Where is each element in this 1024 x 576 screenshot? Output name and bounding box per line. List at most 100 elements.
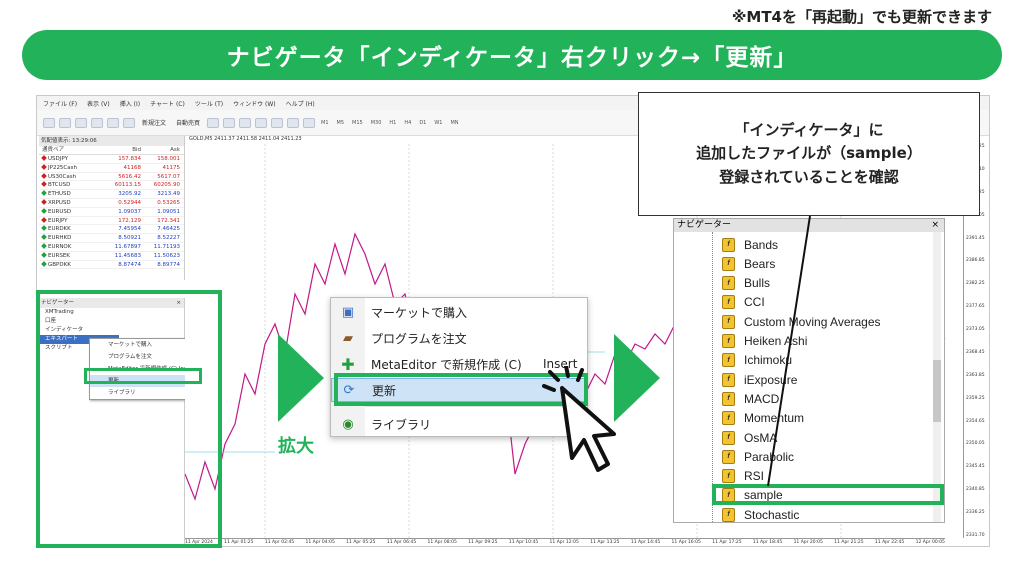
tester-icon[interactable] — [123, 117, 135, 128]
tf-m30[interactable]: M30 — [369, 120, 384, 126]
market-watch-title: 気配値表示: 13:29:06 — [39, 136, 184, 146]
table-row[interactable]: USDJPY 157.834 158.001 — [39, 155, 184, 164]
indicator-item-bears[interactable]: f Bears — [722, 254, 775, 273]
bar-chart-icon[interactable] — [207, 117, 220, 128]
table-row[interactable]: BTCUSD 60113.15 60205.90 — [39, 181, 184, 191]
indicator-item-heiken-ashi[interactable]: f Heiken Ashi — [722, 332, 807, 351]
table-row[interactable]: EURDKK 7.45954 7.46425 — [39, 225, 184, 235]
symbol-cell: US30Cash — [39, 172, 99, 181]
indicator-item-custom-moving-averages[interactable]: f Custom Moving Averages — [722, 312, 881, 331]
indicator-item-cci[interactable]: f CCI — [722, 293, 765, 312]
bid-cell: 60113.15 — [114, 182, 141, 189]
indicator-icon: f — [722, 449, 735, 464]
new-order-button[interactable]: 新規注文 — [139, 118, 169, 127]
profiles-icon[interactable] — [59, 117, 71, 128]
table-row[interactable]: EURUSD 1.09037 1.09051 — [39, 207, 184, 217]
indicator-item-bands[interactable]: f Bands — [722, 235, 778, 254]
indicator-icon: f — [722, 256, 735, 271]
price-tick: 2391.45 — [966, 235, 985, 241]
navigator-icon[interactable] — [91, 117, 103, 128]
scrollbar-thumb[interactable] — [933, 360, 941, 422]
col-bid[interactable]: Bid — [99, 146, 141, 154]
symbol-label: GBPDKK — [48, 261, 71, 268]
table-row[interactable]: US30Cash 5616.42 5617.07 — [39, 172, 184, 182]
indicator-item-bulls[interactable]: f Bulls — [722, 274, 770, 293]
indicator-label: Stochastic — [744, 507, 800, 522]
indicator-item-parabolic[interactable]: f Parabolic — [722, 447, 794, 466]
table-row[interactable]: JP225Cash 41168 41175 — [39, 163, 184, 173]
arrow-right-icon — [278, 334, 324, 422]
price-tick: 2363.85 — [966, 372, 985, 378]
bid-cell: 41168 — [123, 164, 142, 171]
market-watch-panel: 気配値表示: 13:29:06 通貨ペア Bid Ask USDJPY 157.8… — [39, 136, 185, 280]
tf-m15[interactable]: M15 — [350, 120, 365, 126]
indicators-icon[interactable] — [287, 117, 300, 128]
col-symbol[interactable]: 通貨ペア — [39, 146, 99, 154]
menu-chart[interactable]: チャート (C) — [150, 99, 185, 108]
direction-icon — [41, 181, 47, 188]
new-chart-icon[interactable] — [43, 117, 55, 128]
symbol-label: EURDKK — [48, 226, 71, 233]
highlight-navigator-box — [36, 290, 222, 548]
line-chart-icon[interactable] — [239, 117, 252, 128]
ctx-order-program[interactable]: ▰ プログラムを注文 — [331, 326, 587, 350]
bid-cell: 5616.42 — [118, 173, 141, 180]
indicator-label: Custom Moving Averages — [744, 314, 881, 329]
ask-cell: 172.341 — [157, 217, 180, 224]
table-row[interactable]: EURJPY 172.129 172.341 — [39, 216, 184, 226]
bid-cell: 0.52944 — [118, 199, 141, 206]
menu-insert[interactable]: 挿入 (I) — [120, 99, 140, 108]
candle-chart-icon[interactable] — [223, 117, 236, 128]
top-note: ※MT4を「再起動」でも更新できます — [731, 8, 992, 26]
indicator-item-macd[interactable]: f MACD — [722, 389, 779, 408]
indicator-item-momentum[interactable]: f Momentum — [722, 409, 804, 428]
market-watch-icon[interactable] — [75, 117, 87, 128]
navigator-close-icon[interactable]: × — [931, 219, 939, 232]
table-row[interactable]: GBPDKK 8.87474 8.89774 — [39, 260, 184, 270]
indicator-icon: f — [722, 469, 735, 484]
ctx-buy-market[interactable]: ▣ マーケットで購入 — [331, 300, 587, 324]
tf-w1[interactable]: W1 — [432, 120, 444, 126]
tf-m5[interactable]: M5 — [335, 120, 347, 126]
table-row[interactable]: EURNOK 11.67897 11.71193 — [39, 243, 184, 252]
indicator-item-rsi[interactable]: f RSI — [722, 467, 764, 486]
tf-h1[interactable]: H1 — [387, 120, 398, 126]
menu-file[interactable]: ファイル (F) — [43, 99, 77, 108]
tf-d1[interactable]: D1 — [417, 120, 428, 126]
ask-cell: 5617.07 — [157, 173, 180, 180]
table-row[interactable]: EURSEK 11.45683 11.50623 — [39, 251, 184, 261]
time-tick: 11 Apr 21:25 — [834, 540, 864, 545]
terminal-icon[interactable] — [107, 117, 119, 128]
menu-view[interactable]: 表示 (V) — [87, 99, 110, 108]
templates-icon[interactable] — [303, 117, 316, 128]
auto-trade-button[interactable]: 自動売買 — [173, 118, 203, 127]
tf-m1[interactable]: M1 — [319, 120, 331, 126]
tf-h4[interactable]: H4 — [402, 120, 413, 126]
menu-help[interactable]: ヘルプ (H) — [286, 99, 315, 108]
time-tick: 11 Apr 22:45 — [874, 540, 905, 545]
indicator-item-stochastic[interactable]: f Stochastic — [722, 505, 800, 522]
table-row[interactable]: XRPUSD 0.52944 0.53265 — [39, 199, 184, 208]
symbol-cell: XRPUSD — [39, 199, 99, 207]
table-row[interactable]: EURHKD 8.50921 8.52227 — [39, 234, 184, 243]
ctx-new-metaeditor-label: MetaEditor で新規作成 (C) — [371, 357, 522, 372]
indicator-label: iExposure — [744, 372, 798, 387]
zoom-out-icon[interactable] — [271, 117, 284, 128]
indicator-item-ichimoku[interactable]: f Ichimoku — [722, 351, 792, 370]
symbol-cell: ETHUSD — [39, 190, 99, 198]
price-tick: 2386.85 — [966, 258, 985, 264]
menu-tools[interactable]: ツール (T) — [195, 99, 223, 108]
menu-window[interactable]: ウィンドウ (W) — [233, 99, 276, 108]
direction-icon — [41, 199, 47, 205]
table-row[interactable]: ETHUSD 3205.92 3213.49 — [39, 190, 184, 199]
symbol-label: EURUSD — [48, 208, 72, 215]
click-cursor-icon — [542, 366, 616, 472]
indicator-item-iexposure[interactable]: f iExposure — [722, 370, 797, 389]
banner-text: ナビゲータ「インディケータ」右クリック→「更新」 — [226, 45, 798, 71]
navigator-scrollbar[interactable] — [933, 232, 941, 522]
col-ask[interactable]: Ask — [141, 146, 183, 154]
time-tick: 11 Apr 17:25 — [712, 540, 742, 545]
indicator-item-osma[interactable]: f OsMA — [722, 428, 777, 447]
tf-mn[interactable]: MN — [448, 120, 460, 126]
zoom-in-icon[interactable] — [255, 117, 268, 128]
